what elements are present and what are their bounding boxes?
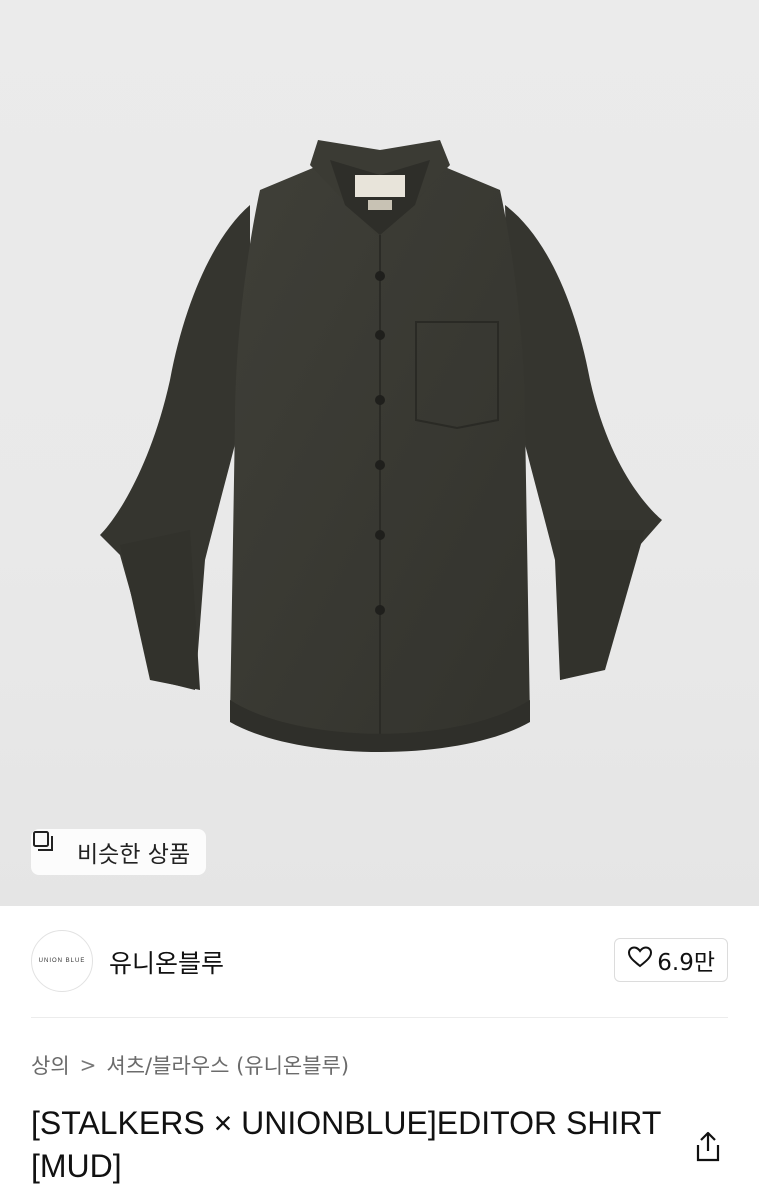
brand-row: UNION BLUE 유니온블루 6.9만: [31, 930, 728, 992]
divider: [31, 1017, 728, 1018]
brand-name[interactable]: 유니온블루: [109, 944, 224, 980]
share-button[interactable]: [692, 1130, 724, 1164]
like-count: 6.9만: [657, 950, 715, 976]
stacked-squares-icon: [33, 831, 69, 864]
breadcrumb-subcategory[interactable]: 셔츠/블라우스 (유니온블루): [106, 1050, 349, 1080]
breadcrumb-category[interactable]: 상의: [31, 1050, 70, 1080]
heart-outline-icon: [627, 945, 653, 975]
similar-products-label: 비슷한 상품: [77, 842, 191, 868]
product-title: [STALKERS × UNIONBLUE]EDITOR SHIRT [MUD]: [31, 1105, 661, 1184]
like-button[interactable]: 6.9만: [614, 938, 728, 982]
brand-logo[interactable]: UNION BLUE: [31, 930, 93, 992]
similar-products-button[interactable]: 비슷한 상품: [31, 829, 207, 875]
shirt-illustration: [100, 140, 662, 752]
brand-logo-text: UNION BLUE: [38, 958, 86, 964]
chevron-right-icon: >: [79, 1053, 97, 1077]
breadcrumb: 상의 > 셔츠/블라우스 (유니온블루): [31, 1050, 349, 1080]
share-icon: [696, 1131, 720, 1162]
product-image[interactable]: 비슷한 상품: [0, 0, 759, 906]
